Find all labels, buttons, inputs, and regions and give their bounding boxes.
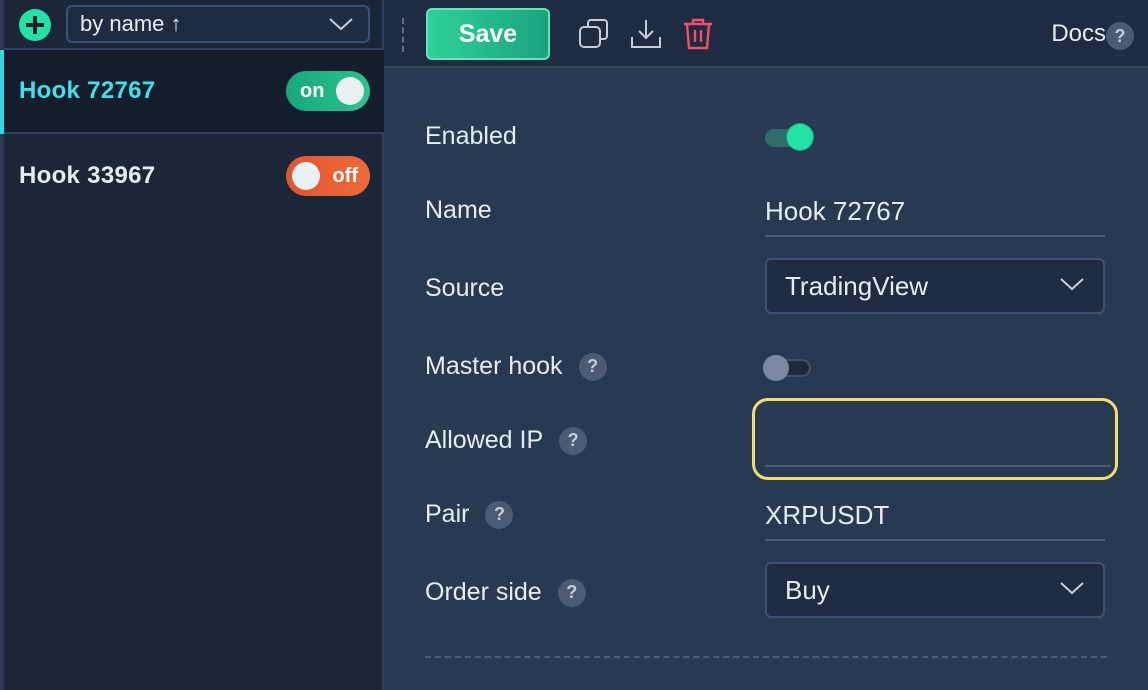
pair-field-value: XRPUSDT bbox=[765, 499, 890, 530]
source-label-text: Source bbox=[425, 274, 505, 302]
allowed-ip-focus-ring bbox=[752, 398, 1118, 480]
chevron-down-icon bbox=[1060, 582, 1084, 595]
allowed-ip-help-icon[interactable]: ? bbox=[559, 426, 588, 455]
duplicate-icon bbox=[579, 19, 608, 48]
hook-toggle-label: off bbox=[332, 164, 358, 187]
download-button[interactable] bbox=[628, 16, 664, 52]
chevron-down-icon bbox=[1060, 278, 1084, 291]
source-label: Source bbox=[425, 274, 504, 303]
master-hook-toggle[interactable] bbox=[763, 355, 811, 381]
pair-label: Pair ? bbox=[425, 500, 514, 529]
enabled-label: Enabled bbox=[425, 122, 517, 151]
toggle-knob bbox=[336, 77, 364, 105]
master-hook-help-icon[interactable]: ? bbox=[578, 352, 607, 381]
source-select-value: TradingView bbox=[785, 270, 929, 301]
allowed-ip-label-text: Allowed IP bbox=[425, 426, 544, 454]
app-root: by name ↑ Hook 72767 on Hook 33967 off S… bbox=[0, 0, 1148, 690]
allowed-ip-input[interactable] bbox=[765, 411, 1111, 467]
hook-name: Hook 33967 bbox=[19, 162, 156, 189]
order-side-label-text: Order side bbox=[425, 578, 542, 606]
save-button[interactable]: Save bbox=[426, 8, 550, 60]
hooks-sidebar: by name ↑ Hook 72767 on Hook 33967 off bbox=[0, 0, 384, 690]
toggle-knob bbox=[292, 162, 320, 190]
order-side-help-icon[interactable]: ? bbox=[557, 578, 586, 607]
docs-link[interactable]: Docs bbox=[1051, 20, 1106, 48]
enabled-toggle[interactable] bbox=[765, 124, 813, 150]
enabled-label-text: Enabled bbox=[425, 122, 517, 150]
docs-help-icon[interactable]: ? bbox=[1106, 22, 1134, 50]
sidebar-header: by name ↑ bbox=[4, 0, 384, 50]
toggle-knob bbox=[763, 355, 789, 381]
pair-field[interactable]: XRPUSDT bbox=[765, 491, 1105, 541]
hook-editor: Save Docs ? Enabled Name Hook 72767 Sour… bbox=[384, 0, 1148, 690]
hook-list-item[interactable]: Hook 33967 off bbox=[4, 134, 384, 218]
name-field-value: Hook 72767 bbox=[765, 195, 906, 226]
duplicate-button[interactable] bbox=[576, 16, 612, 52]
trash-icon bbox=[684, 18, 712, 50]
name-label: Name bbox=[425, 196, 492, 225]
section-divider bbox=[425, 656, 1107, 658]
hook-toggle-label: on bbox=[300, 79, 325, 102]
plus-icon bbox=[19, 9, 51, 41]
resize-handle[interactable] bbox=[402, 18, 406, 52]
hook-toggle[interactable]: off bbox=[286, 156, 370, 196]
chevron-down-icon bbox=[329, 18, 353, 31]
source-select[interactable]: TradingView bbox=[765, 258, 1105, 314]
order-side-select[interactable]: Buy bbox=[765, 562, 1105, 618]
hook-list-item[interactable]: Hook 72767 on bbox=[0, 50, 384, 134]
name-label-text: Name bbox=[425, 196, 492, 224]
toggle-knob bbox=[787, 124, 813, 150]
delete-button[interactable] bbox=[680, 16, 716, 52]
sort-select-value: by name ↑ bbox=[80, 11, 182, 36]
master-hook-label: Master hook ? bbox=[425, 352, 607, 381]
download-icon bbox=[631, 20, 661, 48]
hook-toggle[interactable]: on bbox=[286, 71, 370, 111]
master-hook-label-text: Master hook bbox=[425, 352, 563, 380]
pair-help-icon[interactable]: ? bbox=[485, 500, 514, 529]
sort-select[interactable]: by name ↑ bbox=[66, 5, 370, 43]
allowed-ip-label: Allowed IP ? bbox=[425, 426, 588, 455]
hook-name: Hook 72767 bbox=[19, 77, 156, 104]
editor-toolbar: Save Docs ? bbox=[384, 0, 1148, 68]
name-field[interactable]: Hook 72767 bbox=[765, 187, 1105, 237]
order-side-label: Order side ? bbox=[425, 578, 586, 607]
add-hook-button[interactable] bbox=[18, 8, 52, 42]
pair-label-text: Pair bbox=[425, 500, 470, 528]
order-side-select-value: Buy bbox=[785, 574, 830, 605]
